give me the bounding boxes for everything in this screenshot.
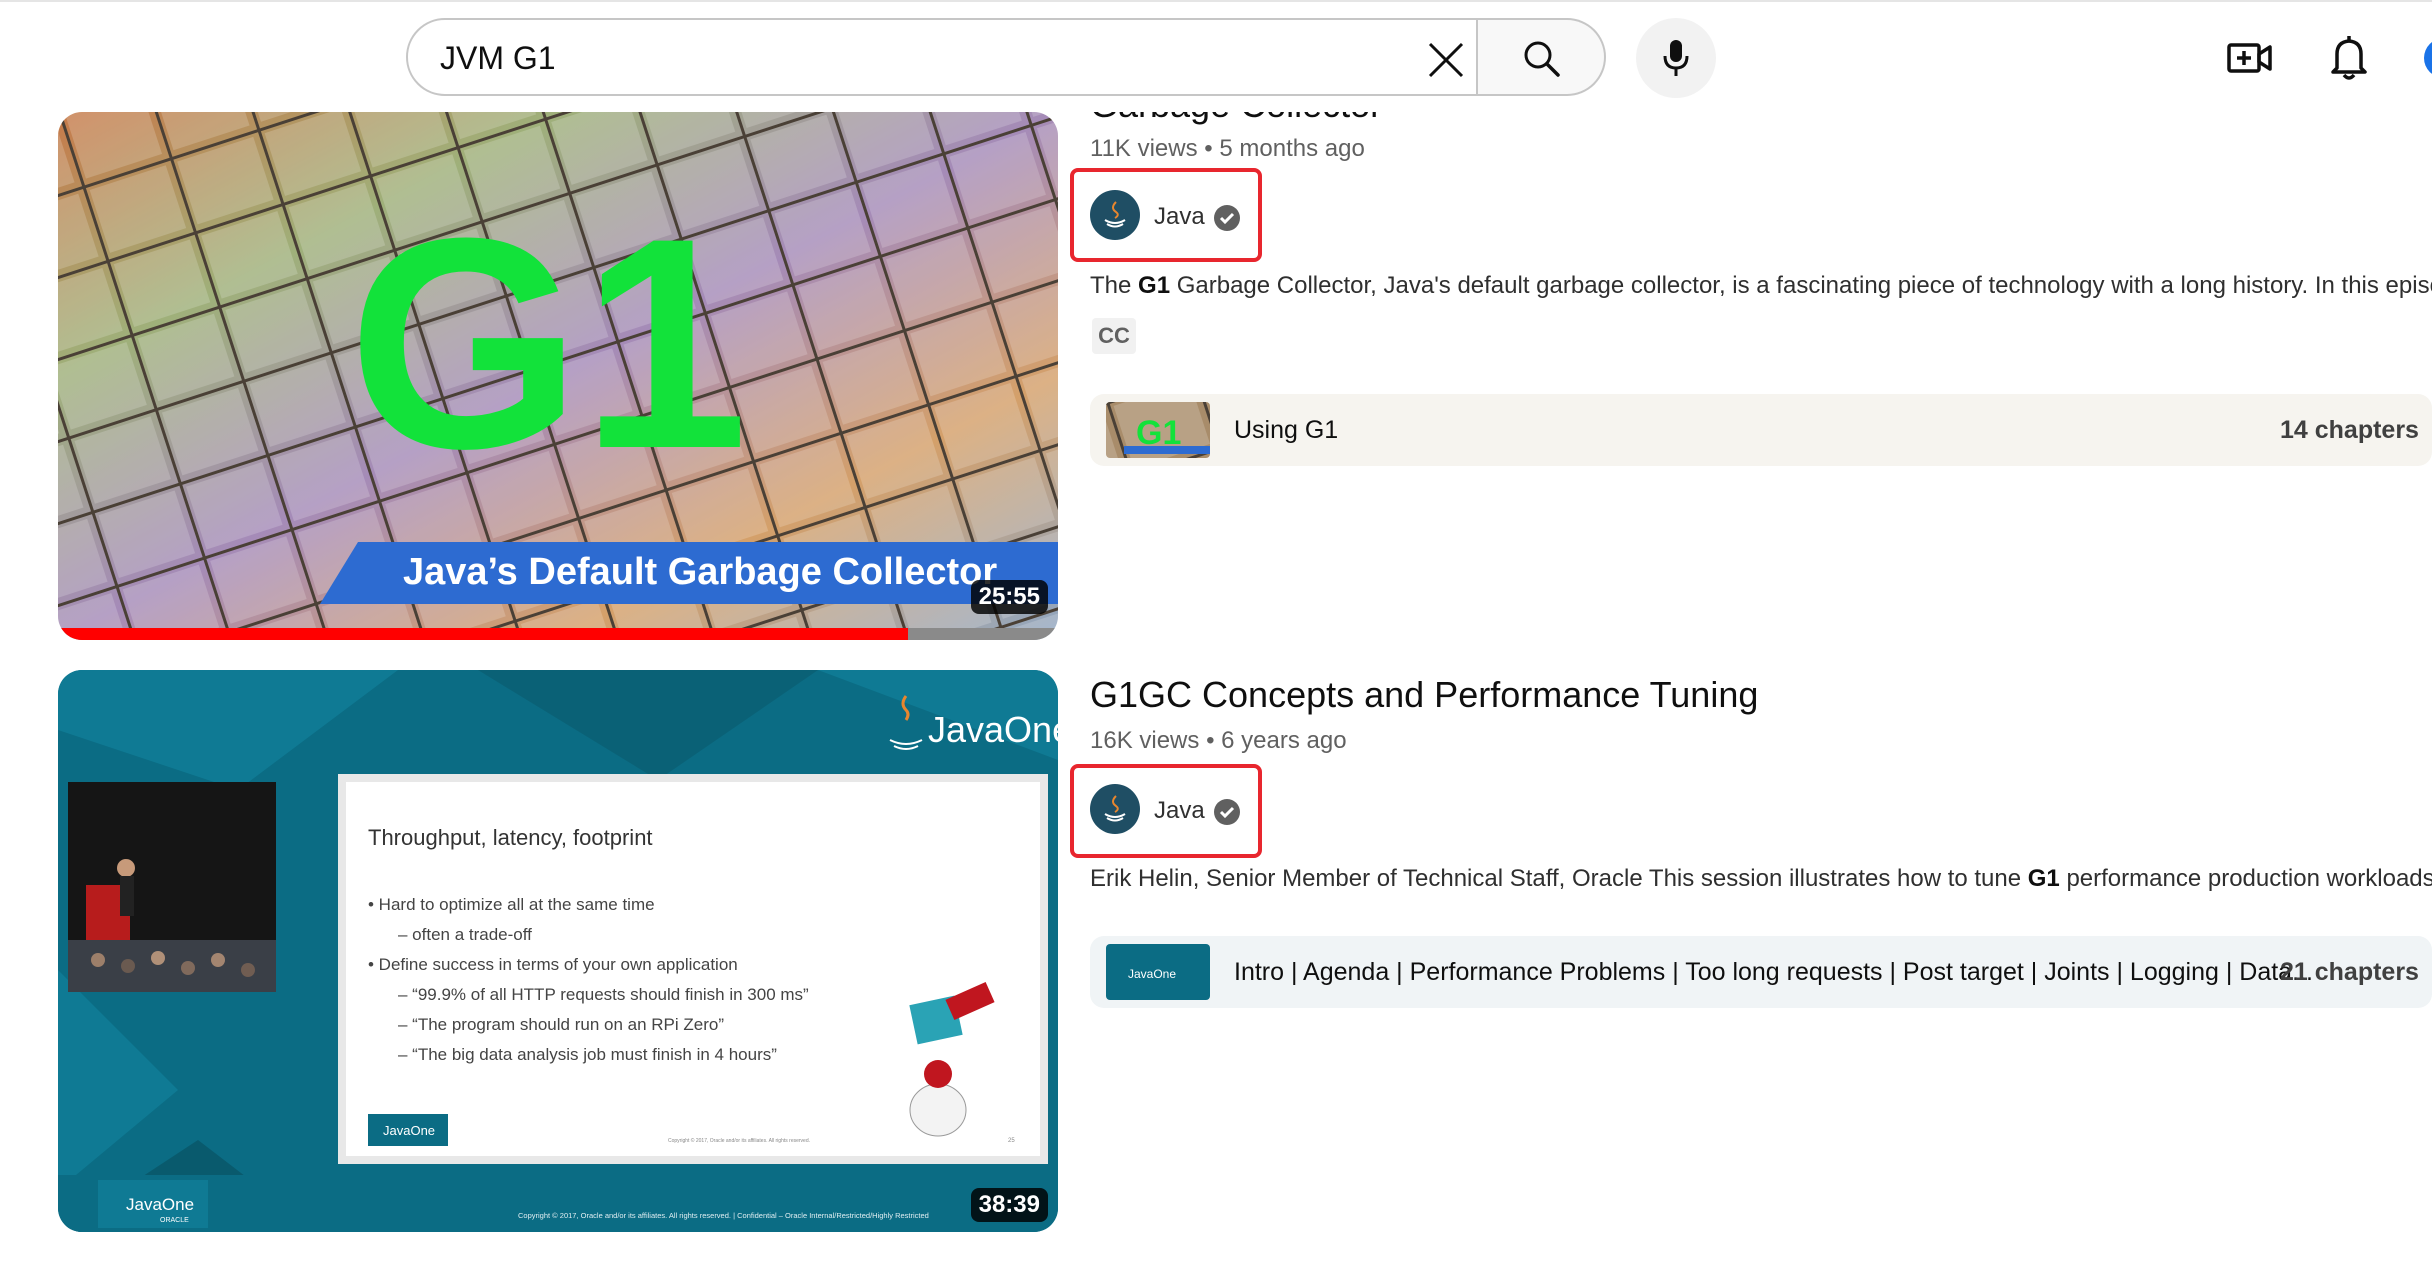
description-highlight: G1 bbox=[1138, 272, 1171, 299]
masthead bbox=[0, 0, 2432, 112]
channel-avatar[interactable] bbox=[1090, 784, 1140, 834]
chapter-thumbnail[interactable]: JavaOne bbox=[1106, 944, 1210, 1000]
cc-badge: CC bbox=[1092, 318, 1136, 354]
notifications-button[interactable] bbox=[2324, 32, 2374, 82]
thumb-main-text: G1 bbox=[348, 175, 748, 511]
slide-page-number: 25 bbox=[1008, 1138, 1015, 1144]
channel-name[interactable]: Java bbox=[1154, 797, 1205, 825]
search-input[interactable] bbox=[438, 20, 1402, 96]
watch-progress-bar bbox=[58, 628, 908, 640]
slide-bullet: – often a trade-off bbox=[398, 925, 532, 944]
chapter-label: Intro | Agenda | Performance Problems | … bbox=[1234, 958, 2313, 986]
footer-brand-sub: ORACLE bbox=[160, 1217, 189, 1224]
video-thumbnail[interactable]: G1 Java’s Default Garbage Collector 25:5… bbox=[58, 112, 1058, 640]
chapter-count: 14 chapters bbox=[2280, 416, 2419, 444]
meta-separator: • bbox=[1204, 135, 1220, 162]
chapters-bar[interactable]: JavaOne Intro | Agenda | Performance Pro… bbox=[1090, 936, 2432, 1008]
java-logo-icon bbox=[1104, 795, 1126, 822]
channel-name[interactable]: Java bbox=[1154, 203, 1205, 231]
create-button[interactable] bbox=[2226, 34, 2274, 82]
verified-badge-icon bbox=[1214, 799, 1240, 825]
java-logo-icon bbox=[1104, 201, 1126, 228]
thumb-banner-text: Java’s Default Garbage Collector bbox=[403, 551, 997, 593]
chapter-thumb-brand: JavaOne bbox=[1128, 967, 1176, 981]
video-title[interactable]: G1GC Concepts and Performance Tuning bbox=[1090, 674, 1758, 716]
bell-icon bbox=[2331, 36, 2367, 80]
video-title-text: G1GC Concepts and Performance Tuning bbox=[1090, 674, 1759, 715]
brand-text: JavaOne bbox=[928, 709, 1058, 750]
video-thumbnail[interactable]: JavaOne Throughput, latency, footprint •… bbox=[58, 670, 1058, 1232]
description-text-rest: performance production workloads bbox=[2059, 865, 2432, 892]
slide-brand-text: JavaOne bbox=[383, 1123, 435, 1138]
slide-bullet: • Define success in terms of your own ap… bbox=[368, 955, 738, 974]
search-button[interactable] bbox=[1478, 18, 1606, 96]
duration-badge: 25:55 bbox=[970, 580, 1048, 614]
clear-search-button[interactable] bbox=[1416, 30, 1476, 88]
duration-badge: 38:39 bbox=[970, 1188, 1048, 1222]
chapters-bar[interactable]: G1 Using G1 14 chapters bbox=[1090, 394, 2432, 466]
search-box[interactable] bbox=[406, 18, 1478, 96]
footer-brand-text: JavaOne bbox=[126, 1195, 194, 1214]
description-text: Erik Helin, Senior Member of Technical S… bbox=[1090, 865, 2028, 892]
description-highlight: G1 bbox=[2027, 865, 2060, 892]
view-count: 11K views bbox=[1090, 135, 1198, 162]
thumbnail-image: G1 Java’s Default Garbage Collector bbox=[58, 112, 1058, 640]
slide-bullet: • Hard to optimize all at the same time bbox=[368, 895, 655, 914]
search-icon bbox=[1524, 41, 1560, 77]
slide-copyright-text: Copyright © 2017, Oracle and/or its affi… bbox=[518, 1211, 929, 1220]
slide-bullet: – “The program should run on an RPi Zero… bbox=[398, 1015, 724, 1034]
video-description: The G1 Garbage Collector, Java's default… bbox=[1090, 272, 2432, 300]
slide-bullet: – “99.9% of all HTTP requests should fin… bbox=[398, 985, 809, 1004]
video-meta: 16K views • 6 years ago bbox=[1090, 727, 1347, 755]
close-icon bbox=[1428, 42, 1464, 78]
meta-separator: • bbox=[1206, 727, 1222, 754]
slide-bullet: – “The big data analysis job must finish… bbox=[398, 1045, 777, 1064]
chapter-count: 21 chapters bbox=[2280, 958, 2419, 986]
top-divider bbox=[0, 0, 2432, 2]
description-text-rest: Garbage Collector, Java's default garbag… bbox=[1170, 272, 2432, 299]
channel-avatar[interactable] bbox=[1090, 190, 1140, 240]
thumbnail-image: JavaOne Throughput, latency, footprint •… bbox=[58, 670, 1058, 1232]
microphone-icon bbox=[1663, 40, 1689, 76]
upload-age: 6 years ago bbox=[1221, 727, 1347, 754]
chapter-thumbnail[interactable]: G1 bbox=[1106, 402, 1210, 458]
account-avatar[interactable] bbox=[2424, 38, 2432, 78]
slide-footer-text: Copyright © 2017, Oracle and/or its affi… bbox=[668, 1137, 810, 1144]
upload-age: 5 months ago bbox=[1219, 135, 1365, 162]
video-meta: 11K views • 5 months ago bbox=[1090, 135, 1365, 163]
verified-badge-icon bbox=[1214, 205, 1240, 231]
voice-search-button[interactable] bbox=[1636, 18, 1716, 98]
video-description: Erik Helin, Senior Member of Technical S… bbox=[1090, 865, 2432, 893]
slide-heading: Throughput, latency, footprint bbox=[368, 825, 653, 850]
view-count: 16K views bbox=[1090, 727, 1200, 754]
chapter-label: Using G1 bbox=[1234, 416, 1339, 444]
create-video-icon bbox=[2227, 43, 2272, 73]
description-text: The bbox=[1090, 272, 1139, 299]
